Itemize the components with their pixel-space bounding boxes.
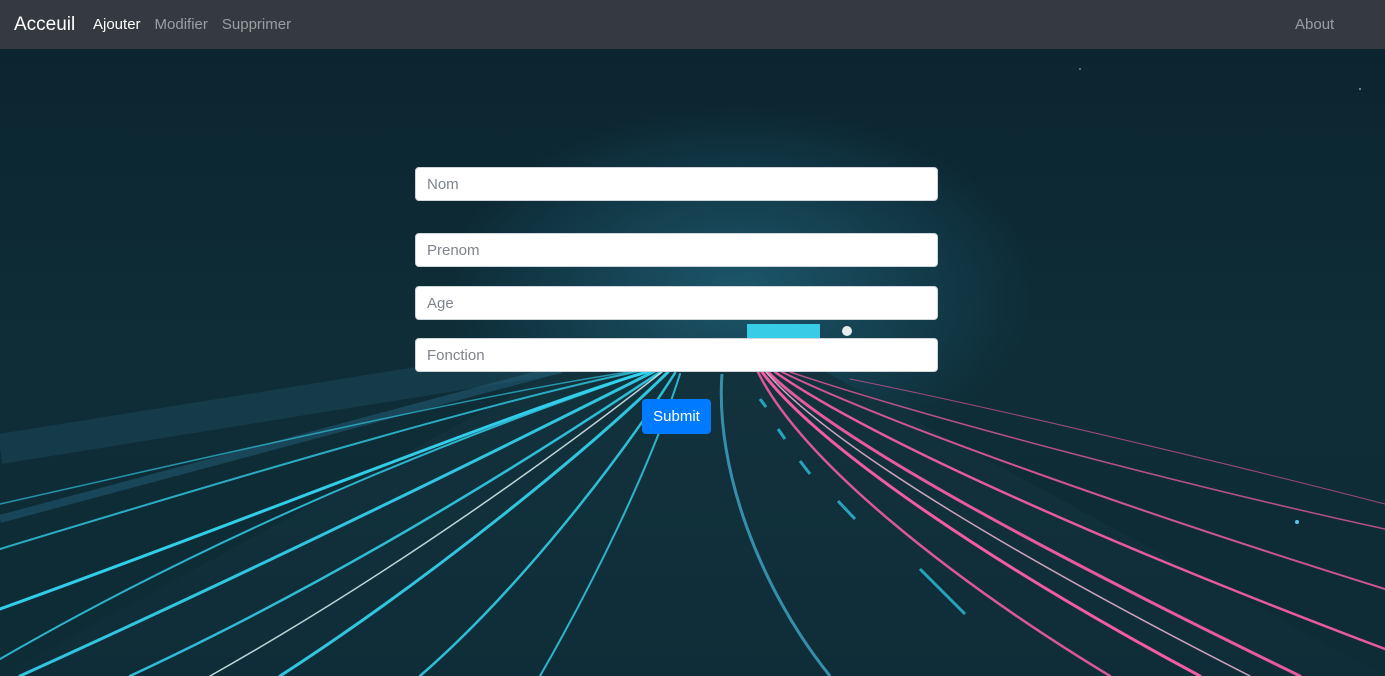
nav-link-ajouter[interactable]: Ajouter (93, 15, 141, 35)
nav-link-modifier[interactable]: Modifier (155, 15, 208, 35)
nav-link-supprimer[interactable]: Supprimer (222, 15, 291, 35)
nom-input[interactable] (415, 167, 938, 201)
nav-links: Ajouter Modifier Supprimer (93, 15, 305, 35)
top-navbar: Acceuil Ajouter Modifier Supprimer About (0, 0, 1385, 49)
brand-home-link[interactable]: Acceuil (14, 13, 75, 37)
prenom-input[interactable] (415, 233, 938, 267)
age-input[interactable] (415, 286, 938, 320)
fonction-input[interactable] (415, 338, 938, 372)
nav-link-about[interactable]: About (1295, 15, 1334, 35)
submit-button[interactable]: Submit (642, 399, 711, 434)
